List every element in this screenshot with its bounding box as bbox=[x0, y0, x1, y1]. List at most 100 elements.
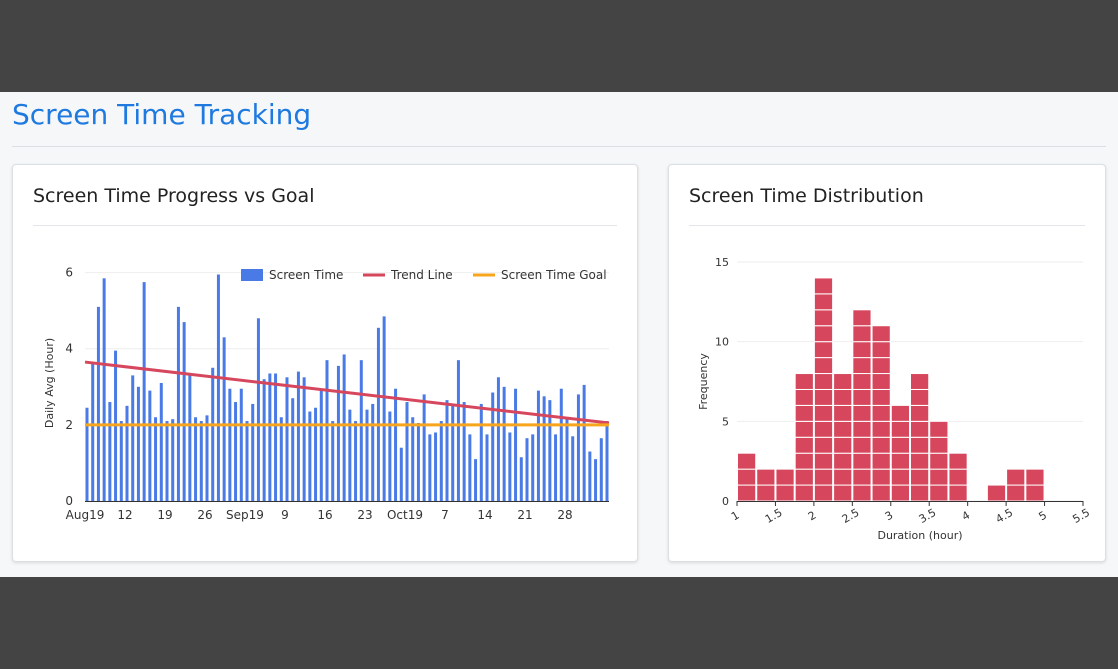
histogram-cell bbox=[813, 357, 834, 375]
screen-time-bar bbox=[514, 388, 518, 501]
histogram-cell bbox=[775, 484, 795, 502]
histogram-cell bbox=[813, 484, 834, 502]
histogram-cell bbox=[910, 436, 930, 454]
histogram-cell bbox=[813, 468, 834, 486]
screen-time-bar bbox=[199, 421, 203, 501]
histogram-cell bbox=[794, 420, 814, 438]
histogram-cell bbox=[1006, 468, 1026, 486]
histogram-cell bbox=[890, 420, 910, 438]
histogram-cell bbox=[852, 325, 872, 343]
y-tick-label: 2 bbox=[65, 418, 73, 432]
x-tick-label: 2 bbox=[806, 509, 819, 524]
screen-time-bar bbox=[291, 398, 295, 501]
screen-time-bar bbox=[188, 373, 192, 501]
screen-time-bar bbox=[485, 434, 489, 501]
screen-time-bar bbox=[142, 282, 146, 501]
screen-time-bar bbox=[136, 386, 140, 501]
y-tick-label: 15 bbox=[715, 256, 729, 269]
legend-swatch bbox=[241, 269, 263, 281]
histogram-cell bbox=[871, 373, 891, 390]
histogram-cell bbox=[813, 404, 834, 422]
histogram-cell bbox=[852, 309, 872, 327]
histogram-cell bbox=[871, 468, 891, 486]
histogram-cell bbox=[852, 420, 872, 438]
x-tick-label: 23 bbox=[357, 508, 372, 522]
histogram-cell bbox=[813, 325, 834, 343]
histogram-cell bbox=[813, 277, 834, 295]
histogram-cell bbox=[986, 484, 1007, 502]
screen-time-bar bbox=[125, 405, 129, 501]
x-tick-label: 16 bbox=[317, 508, 332, 522]
screen-time-bar bbox=[582, 384, 586, 501]
histogram-cell bbox=[871, 341, 891, 359]
app: Screen Time Tracking Screen Time Progres… bbox=[0, 92, 1118, 577]
screen-time-bar bbox=[411, 417, 415, 501]
y-tick-label: 5 bbox=[722, 415, 729, 428]
histogram-cell bbox=[813, 436, 834, 454]
screen-time-bar bbox=[502, 386, 506, 501]
histogram-cell bbox=[852, 357, 872, 375]
screen-time-bar bbox=[434, 432, 438, 501]
screen-time-bar bbox=[559, 388, 563, 501]
x-tick-label: Sep19 bbox=[226, 508, 264, 522]
histogram-cell bbox=[852, 452, 872, 470]
histogram-cell bbox=[890, 404, 910, 422]
x-tick-label: 5.5 bbox=[1070, 506, 1092, 526]
legend-label: Trend Line bbox=[390, 268, 453, 282]
x-tick-label: 4.5 bbox=[994, 506, 1016, 526]
histogram-cell bbox=[871, 325, 891, 343]
distribution-chart: 0 5 10 15 Frequency 1 1.5 2 2.5 3 3.5 4 4.5 5 5.5 Durat… bbox=[697, 256, 1092, 542]
screen-time-bar bbox=[314, 407, 318, 501]
x-tick-label: 28 bbox=[557, 508, 572, 522]
histogram-cell bbox=[794, 436, 814, 454]
histogram-cell bbox=[813, 293, 834, 311]
histogram-cell bbox=[775, 468, 795, 486]
screen-time-bar bbox=[571, 436, 575, 501]
screen-time-bar bbox=[519, 457, 523, 501]
progress-card: Screen Time Progress vs Goal 0 2 4 6 Daily A… bbox=[12, 164, 638, 562]
screen-time-bar bbox=[439, 421, 443, 501]
histogram-cell bbox=[852, 341, 872, 359]
screen-time-bar bbox=[256, 318, 260, 501]
histogram-cell bbox=[910, 452, 930, 470]
histogram-cell bbox=[852, 468, 872, 486]
screen-time-bar bbox=[176, 306, 180, 501]
x-tick-label: 21 bbox=[517, 508, 532, 522]
screen-time-bar bbox=[262, 379, 266, 501]
screen-time-bar bbox=[331, 421, 335, 501]
screen-time-bar bbox=[496, 377, 500, 501]
title-divider bbox=[12, 146, 1106, 147]
histogram-cell bbox=[929, 452, 949, 470]
y-tick-label: 0 bbox=[65, 494, 73, 508]
legend-label: Screen Time Goal bbox=[501, 268, 607, 282]
screen-time-bar bbox=[302, 377, 306, 501]
x-tick-label: 12 bbox=[117, 508, 132, 522]
histogram-cell bbox=[833, 468, 853, 486]
screen-time-bar bbox=[479, 403, 483, 501]
histogram-cell bbox=[794, 468, 814, 486]
screen-time-bar bbox=[354, 421, 358, 501]
histogram-cell bbox=[794, 452, 814, 470]
screen-time-bar bbox=[359, 360, 363, 501]
histogram-cell bbox=[794, 404, 814, 422]
histogram-cell bbox=[833, 436, 853, 454]
screen-time-bar bbox=[251, 403, 255, 501]
screen-time-bar bbox=[576, 394, 580, 501]
histogram-cell bbox=[1006, 484, 1026, 502]
histogram-cell bbox=[852, 484, 872, 502]
histogram-cell bbox=[871, 452, 891, 470]
screen-time-bar bbox=[91, 363, 95, 501]
y-tick-label: 6 bbox=[65, 266, 73, 280]
screen-time-bar bbox=[399, 447, 403, 501]
screen-time-bar bbox=[102, 278, 106, 501]
screen-time-bar bbox=[319, 390, 323, 501]
x-tick-label: Aug19 bbox=[66, 508, 105, 522]
histogram-cell bbox=[833, 484, 853, 502]
histogram-cell bbox=[890, 436, 910, 454]
screen-time-bar bbox=[148, 390, 152, 501]
histogram-cell bbox=[929, 484, 949, 502]
histogram-cell bbox=[948, 452, 968, 470]
screen-time-bar bbox=[588, 451, 592, 501]
screen-time-bar bbox=[274, 373, 278, 501]
histogram-cell bbox=[948, 468, 968, 486]
